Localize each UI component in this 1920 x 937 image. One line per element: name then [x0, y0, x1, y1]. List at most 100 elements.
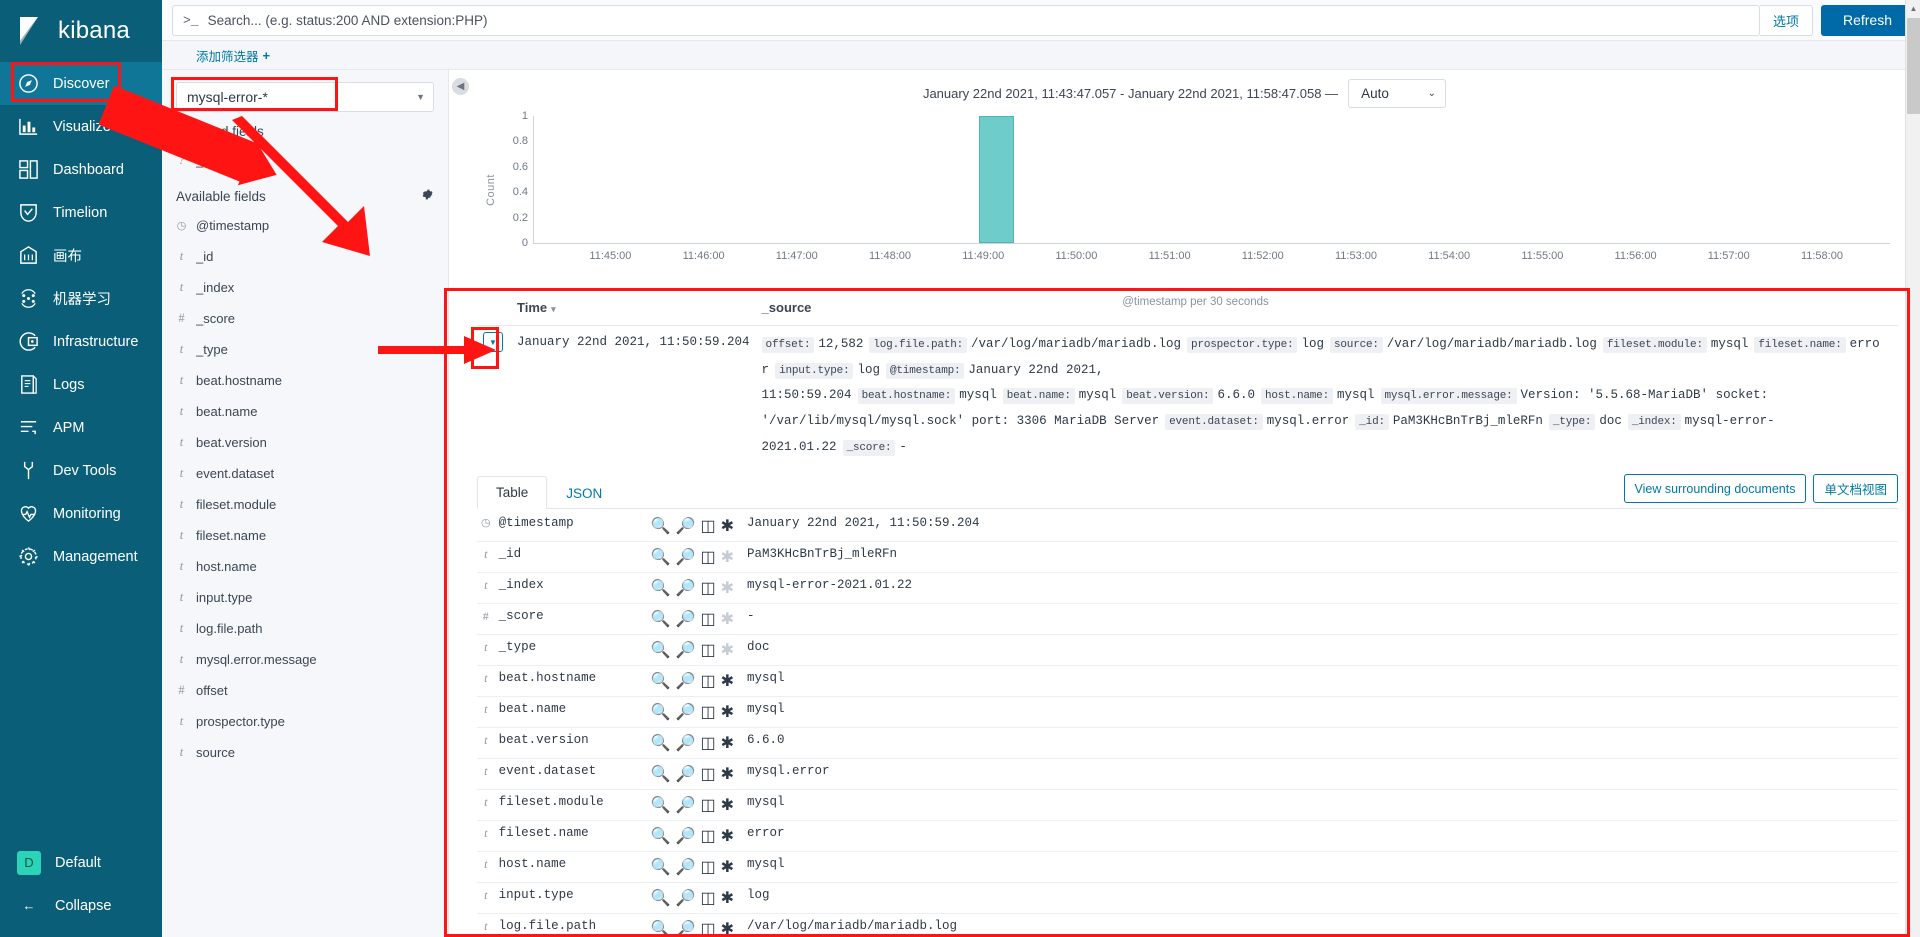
sidebar-item-dashboard[interactable]: Dashboard: [0, 148, 162, 191]
sidebar-item-discover[interactable]: Discover: [0, 62, 162, 105]
toggle-column-icon[interactable]: ◫: [700, 671, 715, 691]
field-item-input-type[interactable]: t input.type: [162, 582, 448, 613]
view-surrounding-documents-button[interactable]: View surrounding documents: [1623, 474, 1807, 504]
asterisk-icon[interactable]: ✱: [721, 547, 734, 567]
toggle-column-icon[interactable]: ◫: [700, 516, 715, 536]
add-filter-button[interactable]: 添加筛选器 +: [196, 46, 270, 65]
asterisk-icon[interactable]: ✱: [721, 795, 734, 815]
asterisk-icon[interactable]: ✱: [721, 764, 734, 784]
collapse-sidebar-button[interactable]: ← Collapse: [0, 884, 162, 927]
field-item-fileset-name[interactable]: t fileset.name: [162, 520, 448, 551]
space-selector[interactable]: D Default: [0, 841, 162, 884]
magnify-minus-icon[interactable]: 🔎: [676, 919, 696, 937]
sidebar-item-机器学习[interactable]: 机器学习: [0, 277, 162, 320]
expand-document-button[interactable]: ▼: [483, 332, 503, 352]
field-item-_id[interactable]: t _id: [162, 241, 448, 272]
asterisk-icon[interactable]: ✱: [721, 826, 734, 846]
magnify-plus-icon[interactable]: 🔍: [651, 826, 671, 846]
magnify-minus-icon[interactable]: 🔎: [676, 857, 696, 877]
toggle-column-icon[interactable]: ◫: [700, 826, 715, 846]
histogram-chart[interactable]: Count 0 0.2 0.4 0.6 0.8 1 11:45:00 11:46:00 11:4…: [485, 110, 1898, 308]
sidebar-item-apm[interactable]: APM: [0, 406, 162, 449]
tab-json[interactable]: JSON: [547, 477, 621, 509]
sidebar-item-visualize[interactable]: Visualize: [0, 105, 162, 148]
single-document-view-button[interactable]: 单文档视图: [1813, 474, 1898, 504]
magnify-minus-icon[interactable]: 🔎: [676, 795, 696, 815]
asterisk-icon[interactable]: ✱: [721, 857, 734, 877]
magnify-plus-icon[interactable]: 🔍: [651, 764, 671, 784]
toggle-column-icon[interactable]: ◫: [700, 702, 715, 722]
magnify-minus-icon[interactable]: 🔎: [676, 547, 696, 567]
asterisk-icon[interactable]: ✱: [721, 888, 734, 908]
field-item-prospector-type[interactable]: t prospector.type: [162, 706, 448, 737]
asterisk-icon[interactable]: ✱: [721, 516, 734, 536]
field-item-_source[interactable]: ? _source: [162, 145, 448, 176]
index-pattern-select[interactable]: mysql-error-* ▼: [176, 82, 434, 112]
field-item-log-file-path[interactable]: t log.file.path: [162, 613, 448, 644]
sidebar-item-dev-tools[interactable]: Dev Tools: [0, 449, 162, 492]
magnify-minus-icon[interactable]: 🔎: [676, 764, 696, 784]
interval-select[interactable]: Auto ⌄: [1348, 78, 1447, 108]
magnify-plus-icon[interactable]: 🔍: [651, 919, 671, 937]
field-item-beat-hostname[interactable]: t beat.hostname: [162, 365, 448, 396]
field-item-host-name[interactable]: t host.name: [162, 551, 448, 582]
magnify-plus-icon[interactable]: 🔍: [651, 516, 671, 536]
magnify-minus-icon[interactable]: 🔎: [676, 888, 696, 908]
magnify-minus-icon[interactable]: 🔎: [676, 578, 696, 598]
sidebar-item-画布[interactable]: 画布: [0, 234, 162, 277]
chevron-left-circle-icon[interactable]: ◀: [452, 78, 469, 95]
magnify-minus-icon[interactable]: 🔎: [676, 609, 696, 629]
field-item-_index[interactable]: t _index: [162, 272, 448, 303]
toggle-column-icon[interactable]: ◫: [700, 857, 715, 877]
asterisk-icon[interactable]: ✱: [721, 702, 734, 722]
refresh-button[interactable]: Refresh: [1820, 4, 1914, 36]
magnify-minus-icon[interactable]: 🔎: [676, 671, 696, 691]
field-item-source[interactable]: t source: [162, 737, 448, 768]
field-item-mysql-error-message[interactable]: t mysql.error.message: [162, 644, 448, 675]
field-item-_score[interactable]: # _score: [162, 303, 448, 334]
scroll-up-icon[interactable]: ▲: [1906, 0, 1920, 17]
field-item-fileset-module[interactable]: t fileset.module: [162, 489, 448, 520]
magnify-plus-icon[interactable]: 🔍: [651, 702, 671, 722]
magnify-minus-icon[interactable]: 🔎: [676, 733, 696, 753]
asterisk-icon[interactable]: ✱: [721, 671, 734, 691]
toggle-column-icon[interactable]: ◫: [700, 919, 715, 937]
gear-icon[interactable]: [421, 188, 434, 204]
toggle-column-icon[interactable]: ◫: [700, 547, 715, 567]
toggle-column-icon[interactable]: ◫: [700, 609, 715, 629]
asterisk-icon[interactable]: ✱: [721, 640, 734, 660]
magnify-minus-icon[interactable]: 🔎: [676, 826, 696, 846]
magnify-plus-icon[interactable]: 🔍: [651, 671, 671, 691]
toggle-column-icon[interactable]: ◫: [700, 764, 715, 784]
field-item-beat-version[interactable]: t beat.version: [162, 427, 448, 458]
asterisk-icon[interactable]: ✱: [721, 578, 734, 598]
asterisk-icon[interactable]: ✱: [721, 919, 734, 937]
asterisk-icon[interactable]: ✱: [721, 609, 734, 629]
sidebar-item-logs[interactable]: Logs: [0, 363, 162, 406]
magnify-plus-icon[interactable]: 🔍: [651, 857, 671, 877]
asterisk-icon[interactable]: ✱: [721, 733, 734, 753]
magnify-plus-icon[interactable]: 🔍: [651, 547, 671, 567]
search-input[interactable]: [207, 12, 1749, 28]
toggle-column-icon[interactable]: ◫: [700, 640, 715, 660]
sidebar-item-management[interactable]: Management: [0, 535, 162, 578]
toggle-column-icon[interactable]: ◫: [700, 795, 715, 815]
toggle-column-icon[interactable]: ◫: [700, 733, 715, 753]
magnify-minus-icon[interactable]: 🔎: [676, 516, 696, 536]
magnify-plus-icon[interactable]: 🔍: [651, 609, 671, 629]
options-button[interactable]: 选项: [1759, 4, 1813, 36]
magnify-plus-icon[interactable]: 🔍: [651, 888, 671, 908]
field-item-_type[interactable]: t _type: [162, 334, 448, 365]
sidebar-item-timelion[interactable]: Timelion: [0, 191, 162, 234]
toggle-column-icon[interactable]: ◫: [700, 888, 715, 908]
field-item-beat-name[interactable]: t beat.name: [162, 396, 448, 427]
magnify-plus-icon[interactable]: 🔍: [651, 795, 671, 815]
sidebar-item-monitoring[interactable]: Monitoring: [0, 492, 162, 535]
scrollbar-thumb[interactable]: [1907, 18, 1920, 114]
field-item-event-dataset[interactable]: t event.dataset: [162, 458, 448, 489]
sidebar-item-infrastructure[interactable]: Infrastructure: [0, 320, 162, 363]
magnify-plus-icon[interactable]: 🔍: [651, 640, 671, 660]
tab-table[interactable]: Table: [477, 476, 548, 510]
magnify-plus-icon[interactable]: 🔍: [651, 578, 671, 598]
page-scrollbar[interactable]: ▲: [1905, 0, 1920, 937]
